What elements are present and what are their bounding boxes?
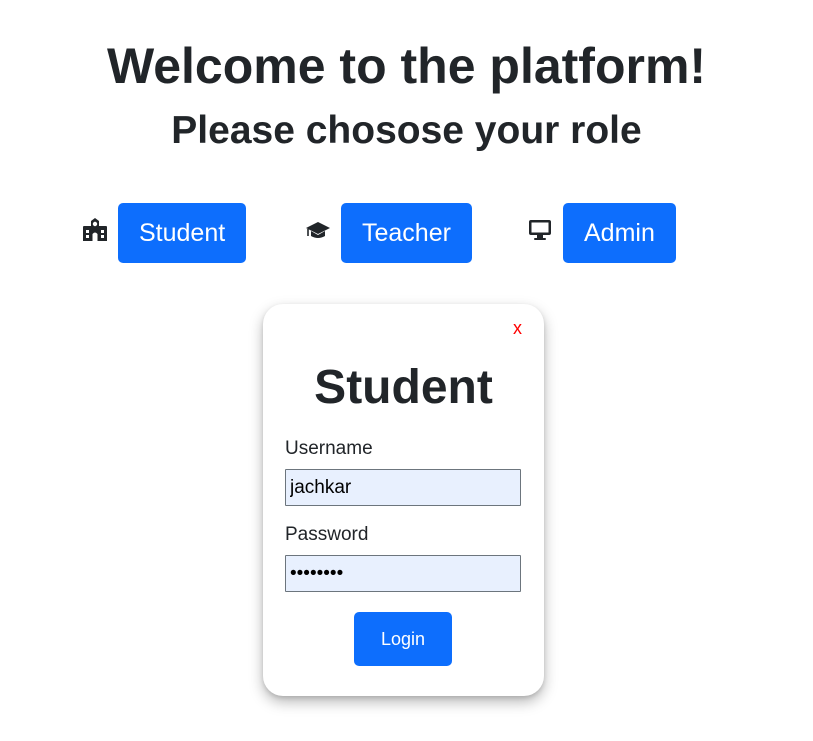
school-icon	[82, 217, 108, 243]
role-selection-page: Welcome to the platform! Please chosose …	[0, 0, 813, 741]
password-label: Password	[285, 524, 369, 545]
role-option-student: Student	[82, 203, 247, 263]
role-option-admin: Admin	[527, 203, 676, 263]
username-label: Username	[285, 438, 373, 459]
close-button[interactable]: x	[513, 318, 522, 339]
page-title: Welcome to the platform!	[106, 38, 707, 94]
admin-button[interactable]: Admin	[563, 203, 676, 263]
login-button[interactable]: Login	[354, 612, 452, 666]
login-modal: x Student Username Password Login	[263, 304, 544, 696]
graduation-cap-icon	[305, 217, 331, 243]
role-option-teacher: Teacher	[305, 203, 472, 263]
password-input[interactable]	[285, 555, 521, 592]
modal-title: Student	[314, 361, 493, 414]
desktop-icon	[527, 217, 553, 243]
teacher-button[interactable]: Teacher	[341, 203, 472, 263]
page-subtitle: Please chosose your role	[171, 109, 642, 152]
username-input[interactable]	[285, 469, 521, 506]
student-button[interactable]: Student	[118, 203, 247, 263]
